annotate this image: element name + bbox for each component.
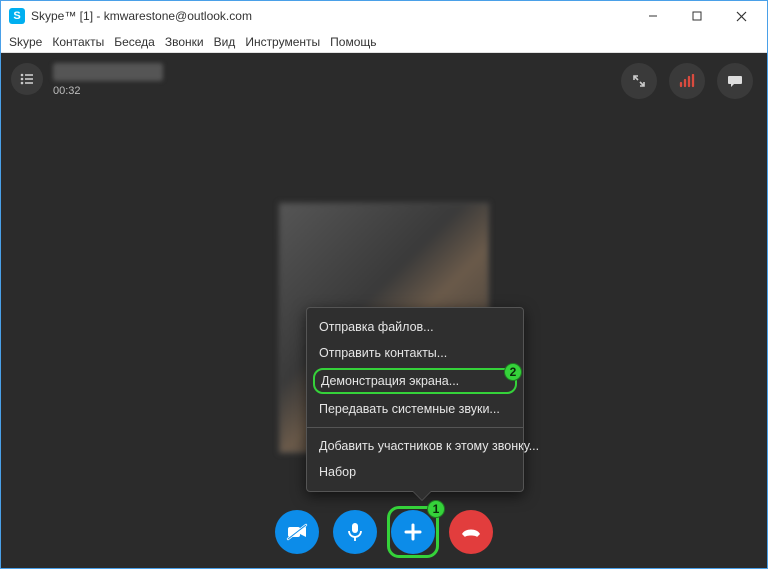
- call-area: 00:32: [1, 53, 767, 568]
- maximize-button[interactable]: [675, 2, 719, 30]
- mic-toggle-button[interactable]: [333, 510, 377, 554]
- call-title-block: 00:32: [53, 63, 163, 97]
- minimize-button[interactable]: [631, 2, 675, 30]
- participants-list-button[interactable]: [11, 63, 43, 95]
- list-icon: [19, 72, 35, 86]
- menu-tools[interactable]: Инструменты: [245, 35, 320, 49]
- menu-item-share-screen[interactable]: Демонстрация экрана... 2: [313, 368, 517, 394]
- menu-item-add-participants[interactable]: Добавить участников к этому звонку...: [307, 433, 523, 459]
- menu-conversation[interactable]: Беседа: [114, 35, 155, 49]
- annotation-badge-2: 2: [504, 363, 522, 381]
- camera-off-icon: [286, 523, 308, 541]
- window-controls: [631, 2, 763, 30]
- menu-contacts[interactable]: Контакты: [52, 35, 104, 49]
- more-actions-button[interactable]: 1: [391, 510, 435, 554]
- menu-view[interactable]: Вид: [214, 35, 236, 49]
- more-actions-menu: Отправка файлов... Отправить контакты...…: [306, 307, 524, 492]
- menu-help[interactable]: Помощь: [330, 35, 376, 49]
- call-controls: 1: [275, 510, 493, 554]
- skype-icon: S: [9, 8, 25, 24]
- menu-item-share-screen-label: Демонстрация экрана...: [321, 374, 459, 388]
- close-button[interactable]: [719, 2, 763, 30]
- app-window: S Skype™ [1] - kmwarestone@outlook.com S…: [0, 0, 768, 569]
- menu-separator: [307, 427, 523, 428]
- menu-item-dial[interactable]: Набор: [307, 459, 523, 485]
- signal-icon: [679, 74, 695, 88]
- chat-button[interactable]: [717, 63, 753, 99]
- hangup-button[interactable]: [449, 510, 493, 554]
- popup-tail: [413, 491, 431, 500]
- window-title: Skype™ [1] - kmwarestone@outlook.com: [31, 9, 631, 23]
- chat-icon: [727, 74, 743, 88]
- menu-skype[interactable]: Skype: [9, 35, 42, 49]
- fullscreen-icon: [632, 74, 646, 88]
- menu-calls[interactable]: Звонки: [165, 35, 204, 49]
- call-info: 00:32: [11, 63, 163, 97]
- call-quality-button[interactable]: [669, 63, 705, 99]
- annotation-badge-1: 1: [427, 500, 445, 518]
- call-duration: 00:32: [53, 85, 163, 97]
- menu-item-share-audio[interactable]: Передавать системные звуки...: [307, 396, 523, 422]
- menu-item-send-contacts[interactable]: Отправить контакты...: [307, 340, 523, 366]
- mic-icon: [347, 522, 363, 542]
- fullscreen-button[interactable]: [621, 63, 657, 99]
- hangup-icon: [459, 524, 483, 540]
- menubar: Skype Контакты Беседа Звонки Вид Инструм…: [1, 31, 767, 53]
- titlebar: S Skype™ [1] - kmwarestone@outlook.com: [1, 1, 767, 31]
- contact-name-blurred: [53, 63, 163, 81]
- menu-item-send-files[interactable]: Отправка файлов...: [307, 314, 523, 340]
- camera-toggle-button[interactable]: [275, 510, 319, 554]
- call-top-controls: [621, 63, 753, 99]
